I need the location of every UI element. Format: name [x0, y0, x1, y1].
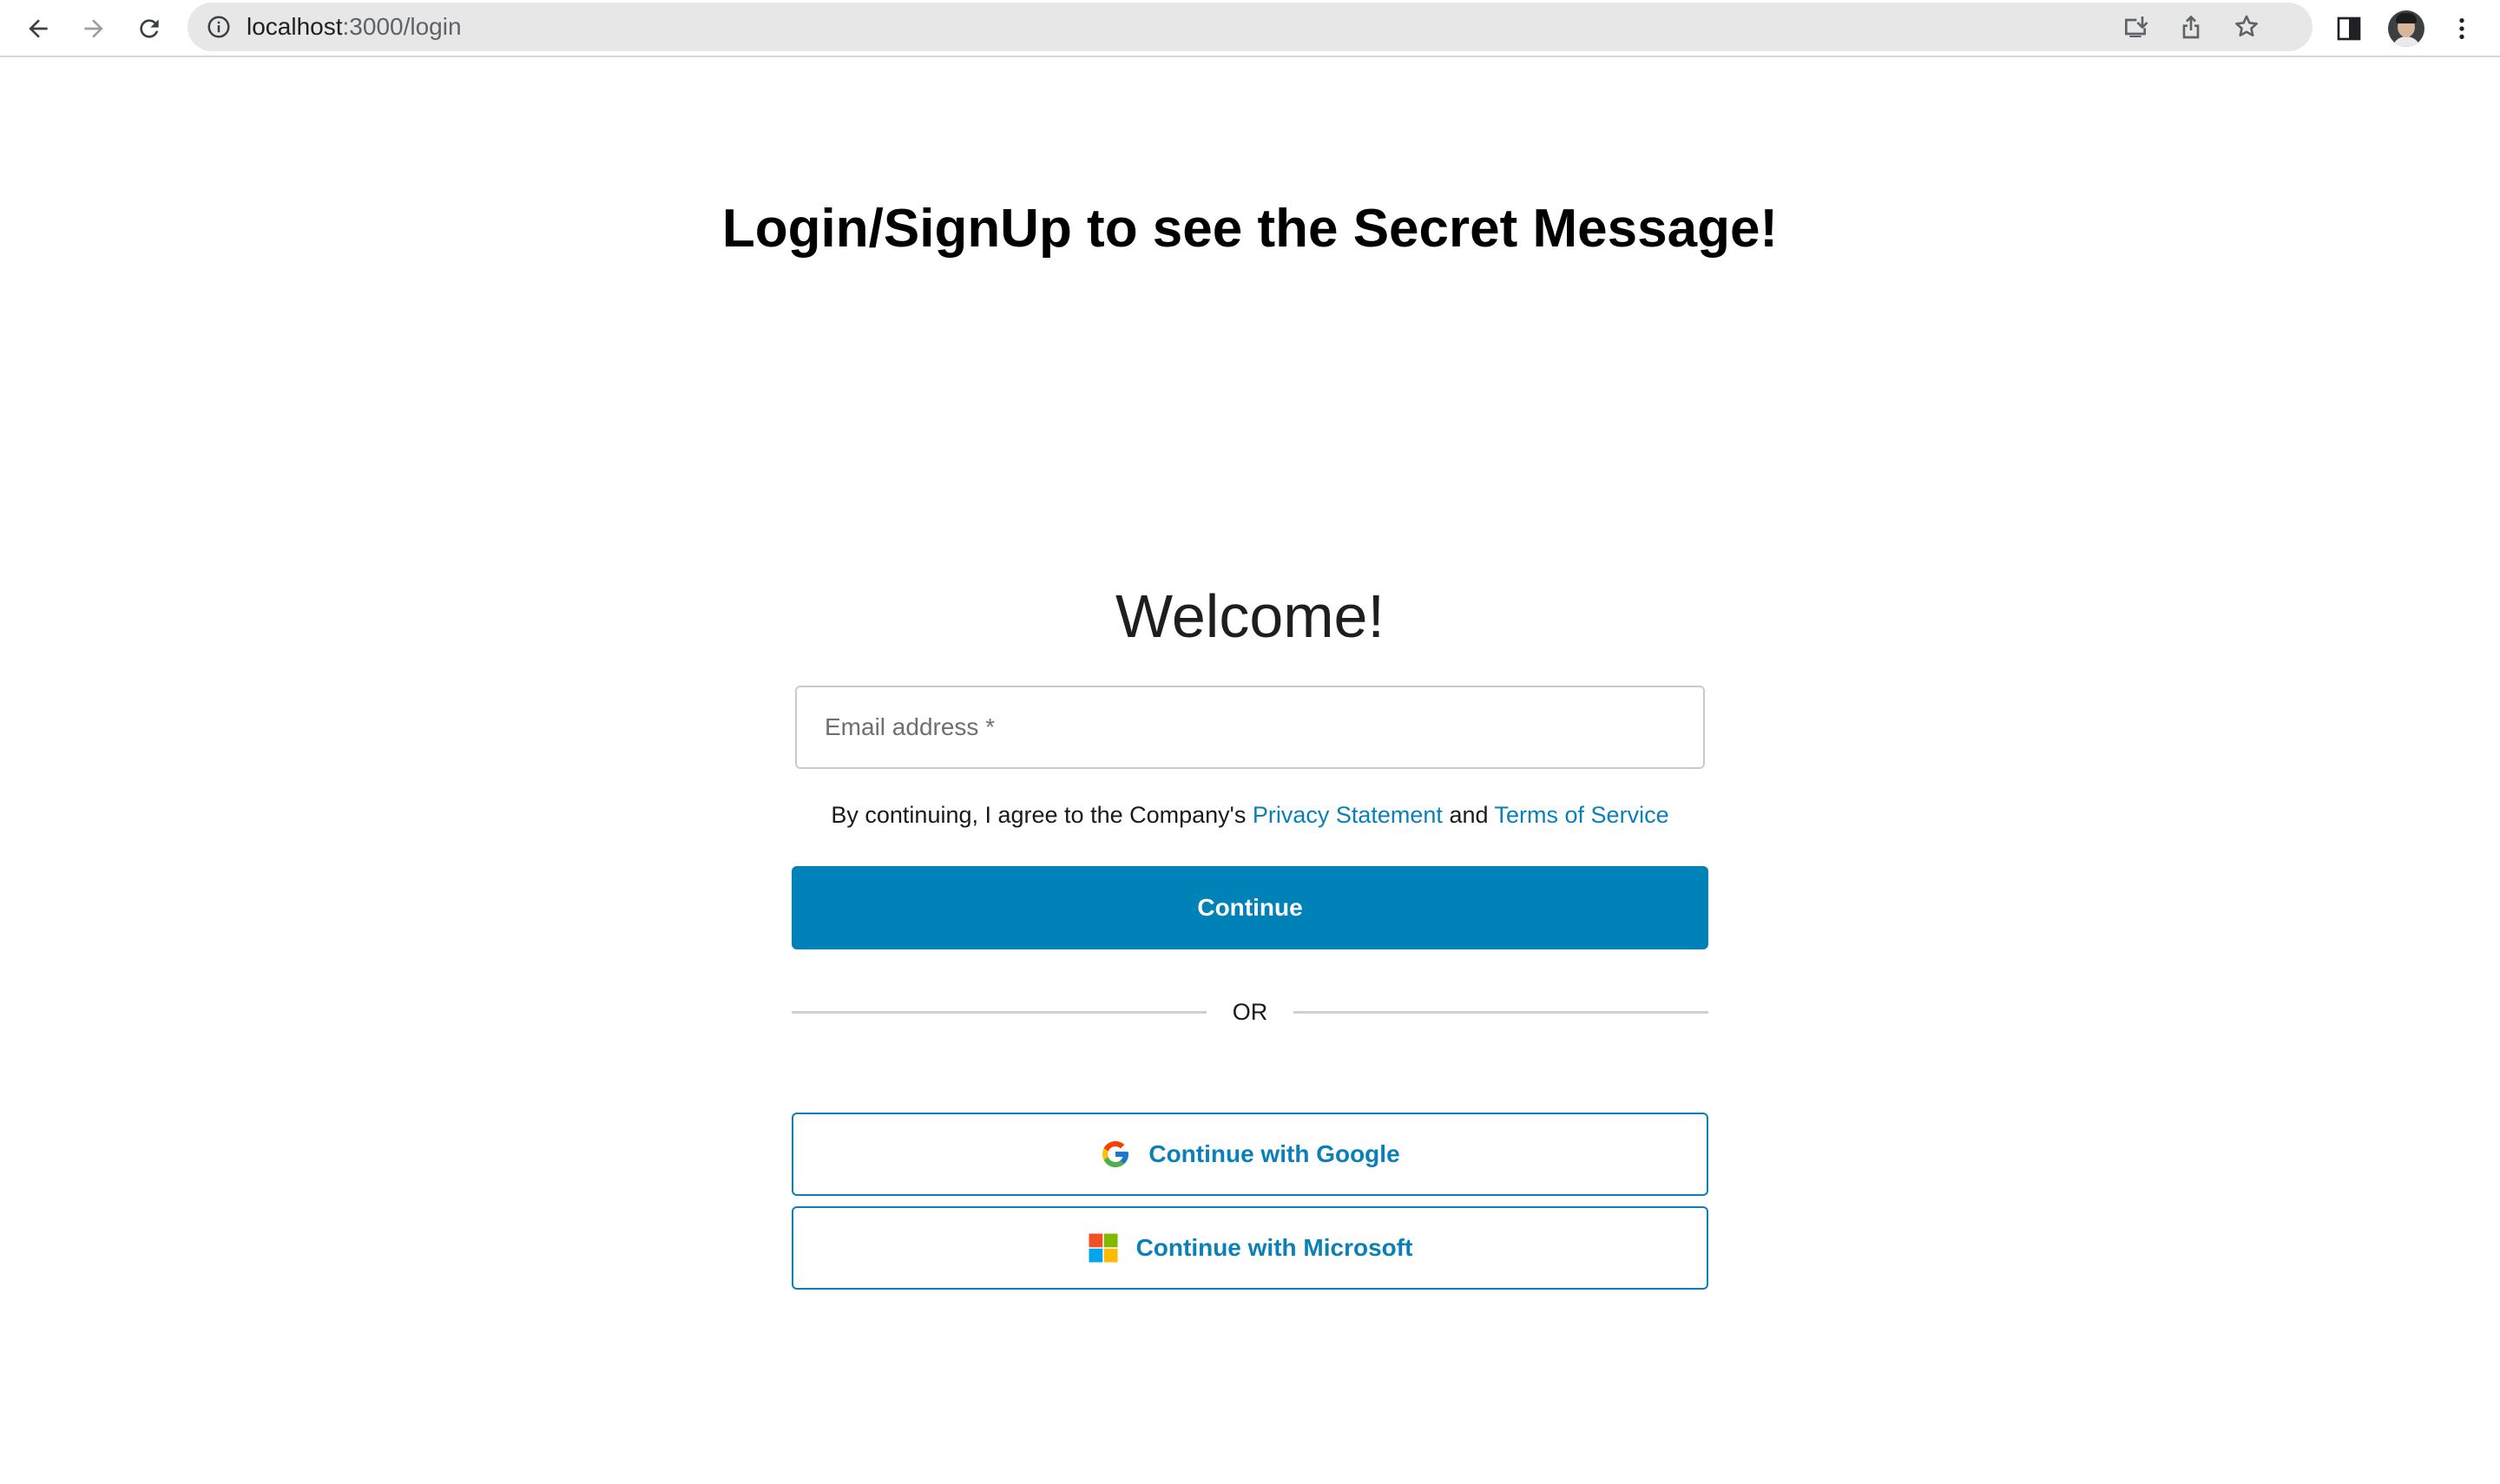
microsoft-button-label: Continue with Microsoft: [1135, 1234, 1413, 1261]
bookmark-button[interactable]: [2229, 10, 2264, 44]
privacy-statement-link[interactable]: Privacy Statement: [1253, 802, 1443, 828]
divider-line-right: [1293, 1011, 1708, 1014]
terms-of-service-link[interactable]: Terms of Service: [1495, 802, 1669, 828]
continue-with-microsoft-button[interactable]: Continue with Microsoft: [792, 1206, 1708, 1290]
microsoft-icon: [1089, 1233, 1118, 1263]
divider-label: OR: [1232, 999, 1268, 1025]
consent-and: and: [1449, 802, 1489, 828]
back-button[interactable]: [17, 8, 59, 49]
more-vert-icon: [2459, 18, 2464, 39]
continue-button[interactable]: Continue: [792, 866, 1708, 949]
side-panel-icon: [2337, 16, 2361, 41]
url-text[interactable]: localhost:3000/login: [247, 3, 462, 51]
google-icon: [1102, 1141, 1129, 1167]
share-icon: [2182, 15, 2200, 39]
star-icon: [2235, 15, 2258, 37]
menu-button[interactable]: [2441, 8, 2483, 49]
avatar: [2388, 10, 2424, 47]
side-panel-button[interactable]: [2328, 8, 2370, 49]
arrow-right-icon: [84, 19, 103, 38]
reload-icon: [140, 19, 159, 38]
install-icon: [2125, 16, 2148, 37]
welcome-heading: Welcome!: [1115, 582, 1385, 650]
url-path: :3000/login: [342, 13, 462, 40]
email-field[interactable]: [795, 686, 1705, 769]
google-button-label: Continue with Google: [1148, 1140, 1400, 1167]
forward-button[interactable]: [73, 8, 115, 49]
consent-prefix: By continuing, I agree to the Company's: [831, 802, 1247, 828]
reload-button[interactable]: [128, 8, 170, 49]
share-button[interactable]: [2174, 10, 2208, 44]
continue-with-google-button[interactable]: Continue with Google: [792, 1113, 1708, 1196]
browser-toolbar: localhost:3000/login: [0, 0, 2500, 57]
divider-line-left: [792, 1011, 1207, 1014]
arrow-left-icon: [29, 19, 48, 38]
consent-text: By continuing, I agree to the Company's …: [792, 802, 1708, 829]
profile-button[interactable]: [2385, 8, 2427, 49]
or-divider: OR: [792, 993, 1708, 1031]
site-info-icon[interactable]: [205, 13, 233, 41]
page-title: Login/SignUp to see the Secret Message!: [721, 199, 1779, 259]
address-bar[interactable]: localhost:3000/login: [188, 3, 2312, 51]
url-host: localhost: [247, 13, 343, 40]
install-app-button[interactable]: [2118, 10, 2153, 44]
